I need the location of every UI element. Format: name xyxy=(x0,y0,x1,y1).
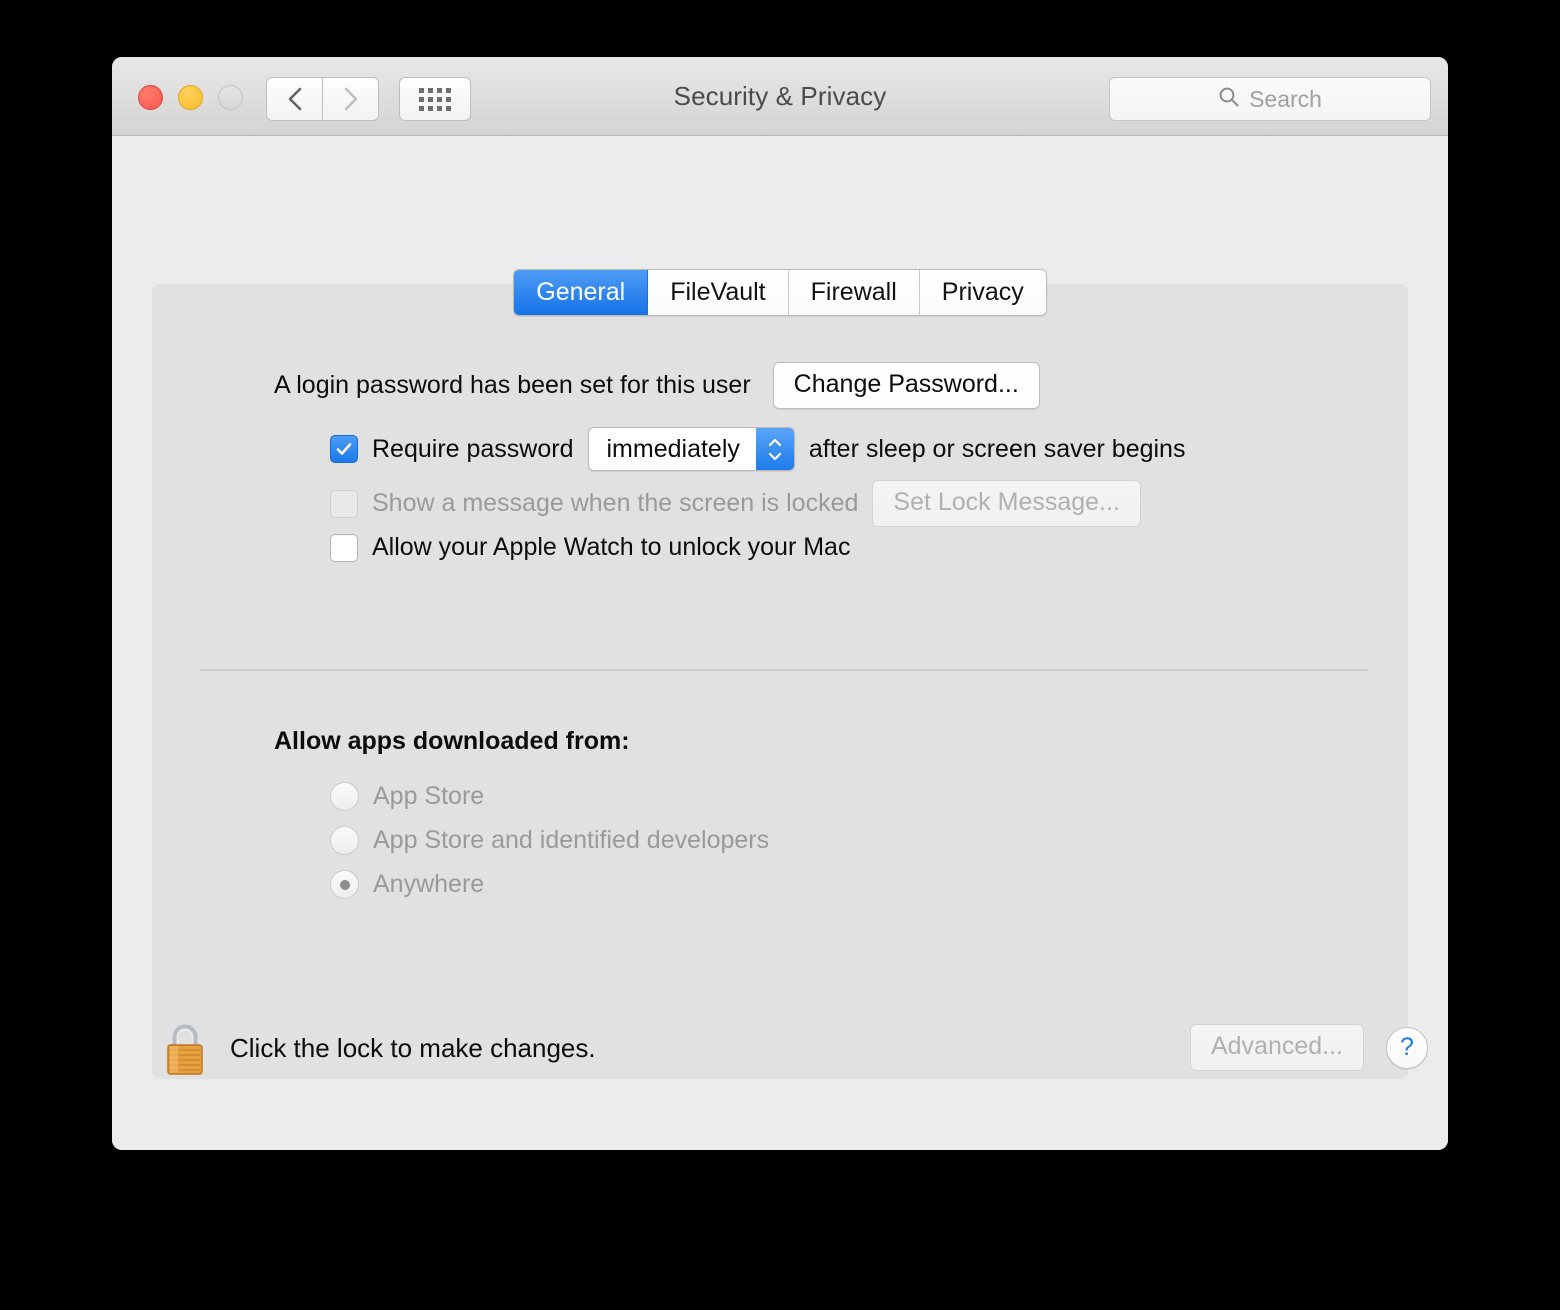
tab-firewall[interactable]: Firewall xyxy=(788,270,920,315)
section-divider xyxy=(200,669,1368,671)
help-button[interactable]: ? xyxy=(1386,1026,1428,1069)
search-input[interactable]: Search xyxy=(1109,77,1431,121)
search-icon xyxy=(1218,86,1240,113)
tab-privacy[interactable]: Privacy xyxy=(919,270,1046,315)
require-password-label: Require password xyxy=(372,434,574,463)
lock-row[interactable]: Click the lock to make changes. xyxy=(162,1020,596,1076)
radio-selected-dot xyxy=(339,879,350,890)
advanced-button: Advanced... xyxy=(1189,1024,1364,1071)
general-settings-panel: A login password has been set for this u… xyxy=(152,284,1408,1079)
radio-app-store-label: App Store xyxy=(373,782,485,810)
bottom-bar: Click the lock to make changes. Advanced… xyxy=(112,1000,1448,1150)
lock-message-label: Show a message when the screen is locked xyxy=(372,489,859,517)
gatekeeper-option-identified-developers: App Store and identified developers xyxy=(330,826,769,855)
tab-filevault[interactable]: FileVault xyxy=(648,270,789,315)
require-password-row: Require password immediately after sleep… xyxy=(330,427,1185,471)
lock-message-row: Show a message when the screen is locked… xyxy=(330,480,1141,527)
bottom-actions: Advanced... ? xyxy=(1189,1024,1428,1071)
apple-watch-checkbox[interactable] xyxy=(330,533,358,562)
lock-icon[interactable] xyxy=(162,1020,208,1076)
window-content: General FileVault Firewall Privacy A log… xyxy=(112,136,1448,1150)
stepper-arrows-icon xyxy=(755,428,794,470)
change-password-button[interactable]: Change Password... xyxy=(772,362,1040,409)
lock-message-text: Click the lock to make changes. xyxy=(230,1032,596,1063)
apple-watch-row: Allow your Apple Watch to unlock your Ma… xyxy=(330,533,850,562)
radio-anywhere xyxy=(330,870,359,899)
radio-anywhere-label: Anywhere xyxy=(373,870,485,898)
window-titlebar: Security & Privacy Search xyxy=(112,57,1448,136)
radio-identified-developers-label: App Store and identified developers xyxy=(373,826,770,854)
require-password-delay-value: immediately xyxy=(588,428,756,470)
tab-general[interactable]: General xyxy=(514,270,649,315)
set-lock-message-button: Set Lock Message... xyxy=(872,480,1141,527)
require-password-delay-select[interactable]: immediately xyxy=(587,427,795,471)
login-password-row: A login password has been set for this u… xyxy=(274,362,1040,409)
gatekeeper-option-anywhere: Anywhere xyxy=(330,870,484,899)
gatekeeper-heading-row: Allow apps downloaded from: xyxy=(274,727,630,756)
search-placeholder: Search xyxy=(1249,85,1322,112)
radio-app-store xyxy=(330,782,359,811)
lock-message-checkbox xyxy=(330,489,358,518)
security-privacy-window: Security & Privacy Search General FileVa… xyxy=(112,57,1448,1150)
require-password-checkbox[interactable] xyxy=(330,435,358,463)
gatekeeper-heading: Allow apps downloaded from: xyxy=(274,727,630,755)
radio-app-store-identified-developers xyxy=(330,826,359,855)
login-password-label: A login password has been set for this u… xyxy=(274,371,751,399)
gatekeeper-option-app-store: App Store xyxy=(330,782,484,811)
require-password-suffix-label: after sleep or screen saver begins xyxy=(808,434,1186,463)
tab-bar: General FileVault Firewall Privacy xyxy=(112,269,1448,316)
apple-watch-label: Allow your Apple Watch to unlock your Ma… xyxy=(372,533,851,561)
